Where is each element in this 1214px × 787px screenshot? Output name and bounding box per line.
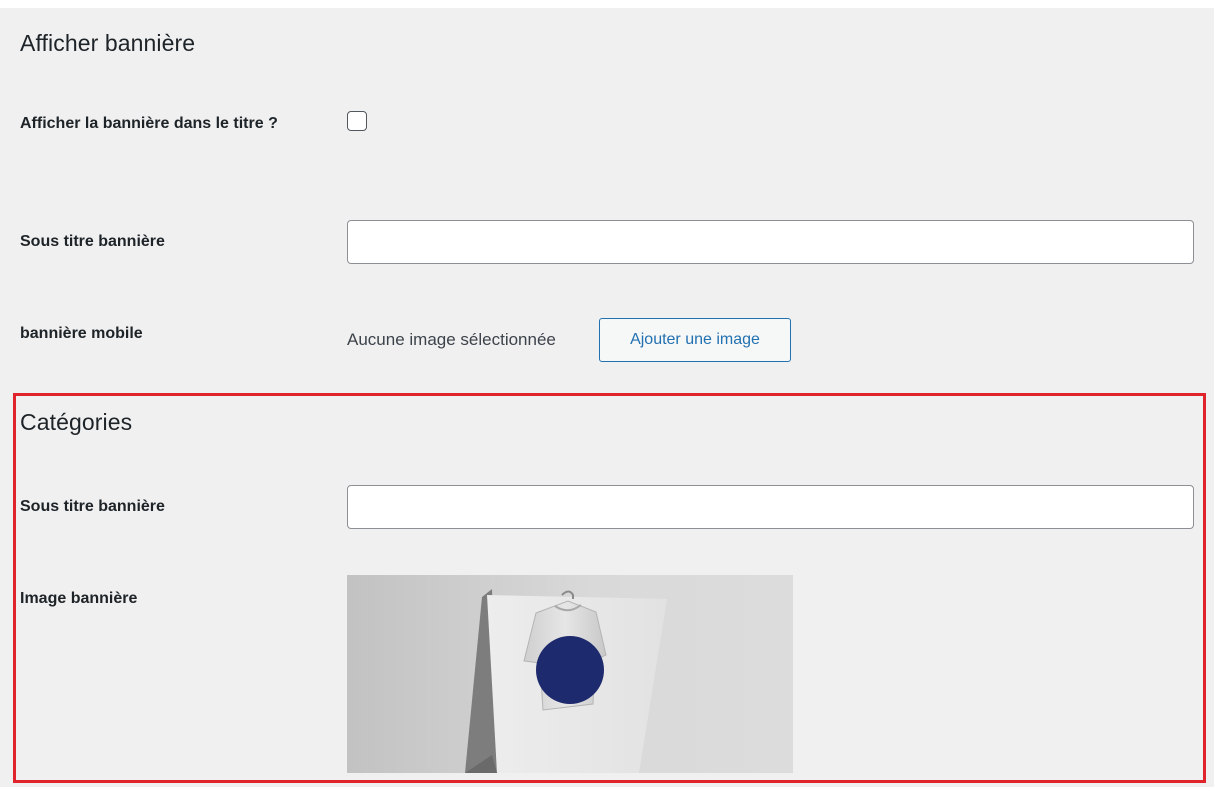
no-image-selected-text: Aucune image sélectionnée — [347, 330, 556, 349]
field-label-subtitle: Sous titre bannière — [20, 233, 165, 250]
section-title-categories: Catégories — [20, 409, 133, 435]
add-image-button[interactable]: Ajouter une image — [599, 318, 791, 362]
category-subtitle-input[interactable] — [347, 485, 1194, 529]
field-label-show-in-title: Afficher la bannière dans le titre ? — [20, 115, 278, 132]
field-label-mobile-banner: bannière mobile — [20, 325, 143, 342]
field-label-banner-image: Image bannière — [20, 590, 138, 607]
field-label-category-subtitle: Sous titre bannière — [20, 498, 165, 515]
banner-image[interactable] — [347, 575, 793, 773]
subtitle-input[interactable] — [347, 220, 1194, 264]
navy-circle-print — [536, 636, 604, 704]
show-in-title-checkbox[interactable] — [347, 111, 367, 131]
section-title-display-banner: Afficher bannière — [20, 30, 196, 56]
